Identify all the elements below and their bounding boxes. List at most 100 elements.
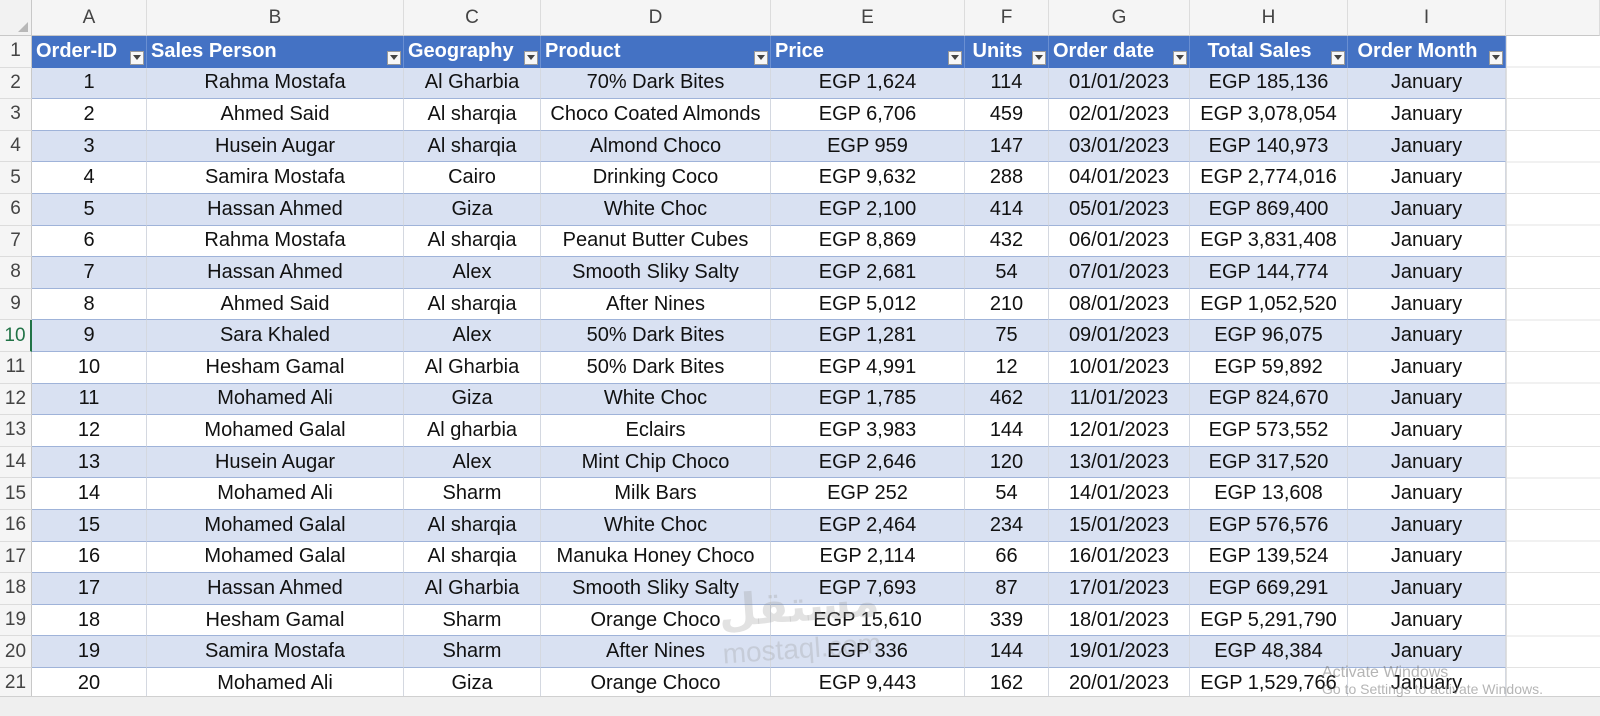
horizontal-scrollbar[interactable] xyxy=(0,696,1600,716)
table-cell[interactable]: 7 xyxy=(32,257,147,289)
row-header-1[interactable]: 1 xyxy=(0,36,32,68)
table-cell[interactable]: Al sharqia xyxy=(404,130,541,163)
filter-dropdown-icon[interactable] xyxy=(948,50,962,65)
table-cell[interactable]: 07/01/2023 xyxy=(1049,257,1190,289)
table-cell[interactable]: Giza xyxy=(404,383,541,416)
table-cell[interactable]: Sharm xyxy=(404,636,541,668)
table-cell[interactable]: January xyxy=(1348,257,1506,289)
row-header-8[interactable]: 8 xyxy=(0,257,32,289)
table-cell[interactable]: Samira Mostafa xyxy=(147,636,404,668)
filter-dropdown-icon[interactable] xyxy=(754,50,768,65)
table-cell[interactable]: EGP 6,706 xyxy=(771,99,965,131)
table-cell[interactable]: 10 xyxy=(32,352,147,384)
row-header-5[interactable]: 5 xyxy=(0,162,32,194)
table-cell[interactable]: Al Gharbia xyxy=(404,67,541,100)
table-cell[interactable]: EGP 576,576 xyxy=(1190,510,1348,542)
table-cell[interactable]: EGP 139,524 xyxy=(1190,541,1348,574)
table-cell[interactable]: 6 xyxy=(32,225,147,258)
table-cell[interactable]: EGP 8,869 xyxy=(771,225,965,258)
table-cell[interactable]: 13 xyxy=(32,446,147,479)
table-cell[interactable]: White Choc xyxy=(541,510,771,542)
table-cell[interactable]: Husein Augar xyxy=(147,446,404,479)
table-cell[interactable]: January xyxy=(1348,668,1506,700)
table-cell[interactable]: 4 xyxy=(32,162,147,194)
table-cell[interactable]: January xyxy=(1348,162,1506,194)
table-cell[interactable]: EGP 1,281 xyxy=(771,320,965,352)
table-cell[interactable]: Samira Mostafa xyxy=(147,162,404,194)
table-cell[interactable]: 8 xyxy=(32,288,147,321)
table-cell[interactable]: January xyxy=(1348,636,1506,668)
table-cell[interactable]: 06/01/2023 xyxy=(1049,225,1190,258)
table-cell[interactable]: Al sharqia xyxy=(404,288,541,321)
table-cell[interactable]: 11 xyxy=(32,383,147,416)
column-header-h[interactable]: H xyxy=(1190,0,1348,36)
table-cell[interactable]: Al sharqia xyxy=(404,510,541,542)
table-cell[interactable]: 17/01/2023 xyxy=(1049,573,1190,605)
table-cell[interactable]: 18 xyxy=(32,604,147,637)
table-cell[interactable]: 16 xyxy=(32,541,147,574)
table-cell[interactable]: EGP 1,785 xyxy=(771,383,965,416)
filter-dropdown-icon[interactable] xyxy=(1331,50,1345,65)
table-cell[interactable]: Mohamed Galal xyxy=(147,415,404,447)
table-cell[interactable]: Giza xyxy=(404,194,541,226)
table-cell[interactable]: 15 xyxy=(32,510,147,542)
table-cell[interactable]: 234 xyxy=(965,510,1049,542)
table-cell[interactable]: 02/01/2023 xyxy=(1049,99,1190,131)
table-cell[interactable]: 144 xyxy=(965,636,1049,668)
table-cell[interactable]: 1 xyxy=(32,67,147,100)
row-header-16[interactable]: 16 xyxy=(0,510,32,542)
table-cell[interactable]: Husein Augar xyxy=(147,130,404,163)
table-cell[interactable]: Choco Coated Almonds xyxy=(541,99,771,131)
table-cell[interactable]: 75 xyxy=(965,320,1049,352)
table-cell[interactable]: EGP 9,443 xyxy=(771,668,965,700)
table-cell[interactable]: 3 xyxy=(32,130,147,163)
table-cell[interactable]: Alex xyxy=(404,257,541,289)
row-header-9[interactable]: 9 xyxy=(0,288,32,321)
table-cell[interactable]: 5 xyxy=(32,194,147,226)
table-cell[interactable]: EGP 13,608 xyxy=(1190,478,1348,510)
table-cell[interactable]: 2 xyxy=(32,99,147,131)
table-cell[interactable]: EGP 48,384 xyxy=(1190,636,1348,668)
table-cell[interactable]: Alex xyxy=(404,320,541,352)
table-cell[interactable]: Hassan Ahmed xyxy=(147,257,404,289)
table-cell[interactable]: 50% Dark Bites xyxy=(541,320,771,352)
table-cell[interactable]: White Choc xyxy=(541,383,771,416)
table-cell[interactable]: January xyxy=(1348,446,1506,479)
table-cell[interactable]: White Choc xyxy=(541,194,771,226)
table-cell[interactable]: 54 xyxy=(965,478,1049,510)
table-cell[interactable]: EGP 959 xyxy=(771,130,965,163)
table-cell[interactable]: EGP 1,624 xyxy=(771,67,965,100)
table-cell[interactable]: Mohamed Ali xyxy=(147,383,404,416)
table-cell[interactable]: 462 xyxy=(965,383,1049,416)
table-cell[interactable]: Cairo xyxy=(404,162,541,194)
select-all-corner[interactable] xyxy=(0,0,32,36)
table-cell[interactable]: January xyxy=(1348,352,1506,384)
table-cell[interactable]: EGP 2,114 xyxy=(771,541,965,574)
table-cell[interactable]: Ahmed Said xyxy=(147,99,404,131)
table-cell[interactable]: EGP 573,552 xyxy=(1190,415,1348,447)
table-cell[interactable]: January xyxy=(1348,130,1506,163)
table-cell[interactable]: January xyxy=(1348,604,1506,637)
table-cell[interactable]: January xyxy=(1348,320,1506,352)
table-cell[interactable]: Eclairs xyxy=(541,415,771,447)
table-cell[interactable]: 16/01/2023 xyxy=(1049,541,1190,574)
table-cell[interactable]: 210 xyxy=(965,288,1049,321)
table-cell[interactable]: January xyxy=(1348,288,1506,321)
row-header-21[interactable]: 21 xyxy=(0,668,32,700)
filter-dropdown-icon[interactable] xyxy=(387,50,401,65)
filter-dropdown-icon[interactable] xyxy=(130,50,144,65)
column-header-a[interactable]: A xyxy=(32,0,147,36)
table-cell[interactable]: 414 xyxy=(965,194,1049,226)
table-cell[interactable]: 114 xyxy=(965,67,1049,100)
row-header-4[interactable]: 4 xyxy=(0,130,32,163)
table-cell[interactable]: 20/01/2023 xyxy=(1049,668,1190,700)
table-cell[interactable]: 03/01/2023 xyxy=(1049,130,1190,163)
table-cell[interactable]: EGP 669,291 xyxy=(1190,573,1348,605)
table-cell[interactable]: 18/01/2023 xyxy=(1049,604,1190,637)
table-cell[interactable]: EGP 317,520 xyxy=(1190,446,1348,479)
table-cell[interactable]: 19 xyxy=(32,636,147,668)
table-cell[interactable]: 66 xyxy=(965,541,1049,574)
table-cell[interactable]: Rahma Mostafa xyxy=(147,67,404,100)
table-cell[interactable]: EGP 5,291,790 xyxy=(1190,604,1348,637)
table-cell[interactable]: EGP 5,012 xyxy=(771,288,965,321)
